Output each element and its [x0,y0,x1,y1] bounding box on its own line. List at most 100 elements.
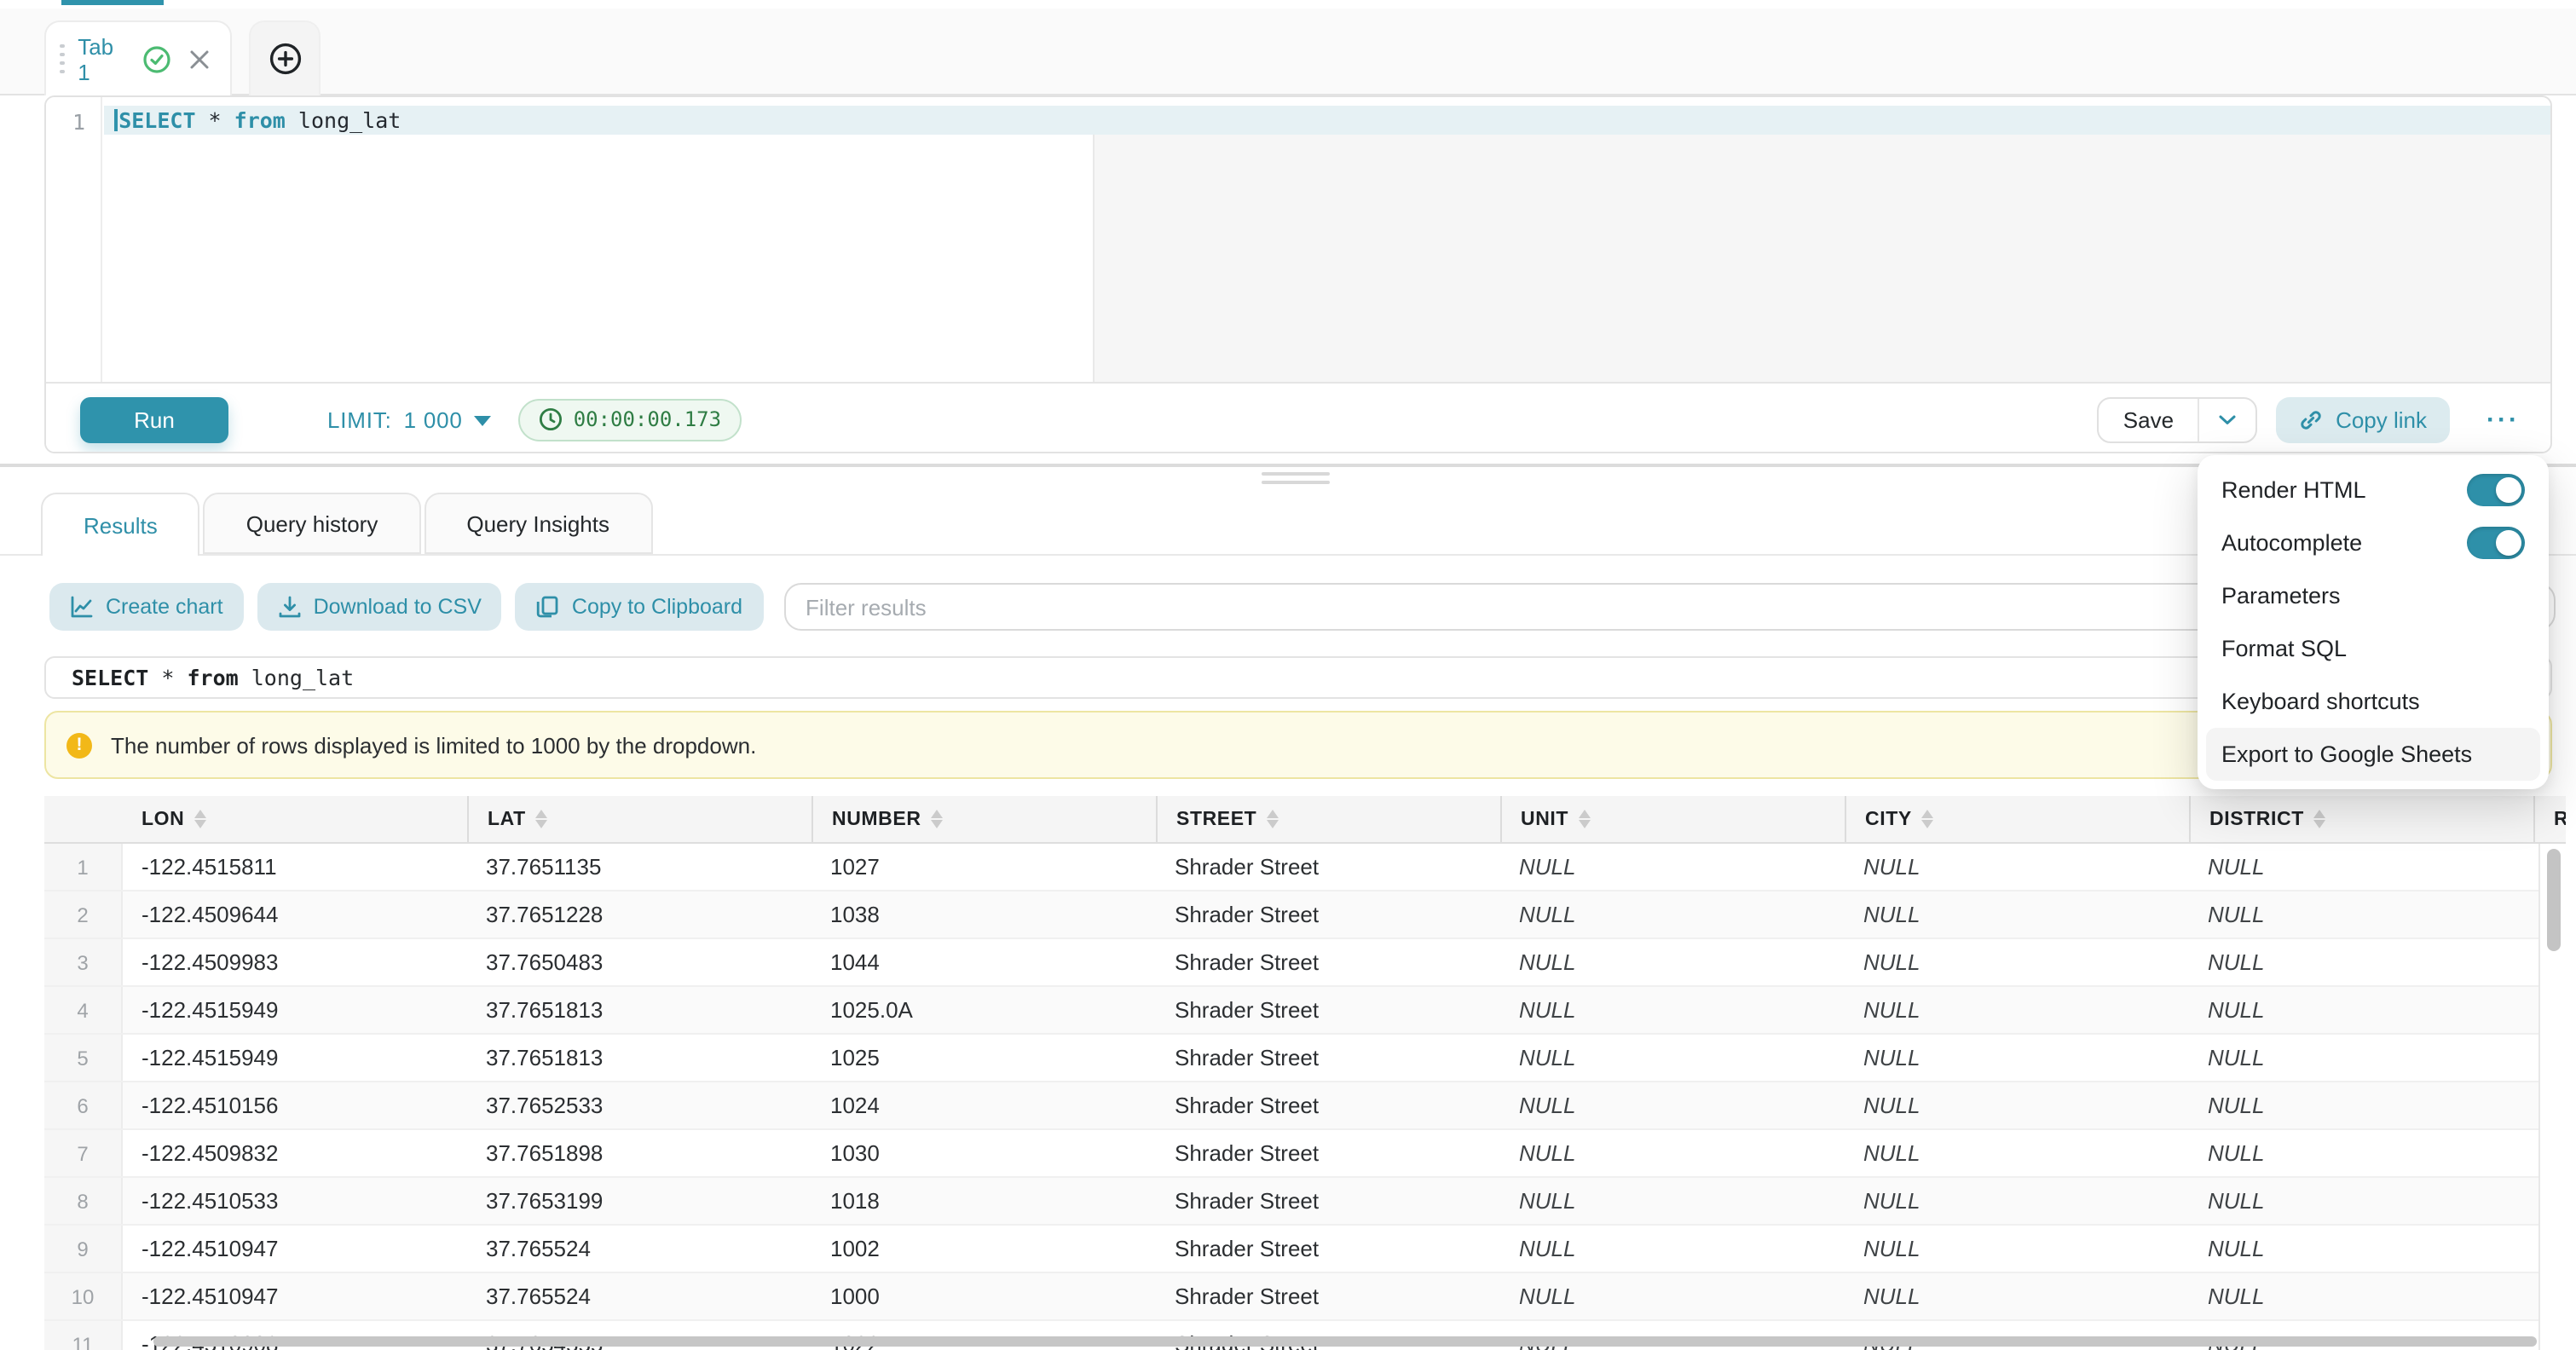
column-header-lon[interactable]: LON [123,796,467,842]
column-header-lat[interactable]: LAT [467,796,811,842]
copy-link-button[interactable]: Copy link [2276,396,2449,442]
create-chart-label: Create chart [106,595,223,619]
copy-to-clipboard-button[interactable]: Copy to Clipboard [516,583,763,631]
table-cell: -122.4515949 [123,1035,467,1081]
sort-icon[interactable] [194,810,206,829]
results-actions-row: Create chart Download to CSV Copy to Cli… [49,583,2556,631]
tab-query-history[interactable]: Query history [204,493,421,554]
column-header-label: LAT [488,809,526,829]
table-cell: Shrader Street [1156,891,1500,938]
column-header-district[interactable]: DISTRICT [2189,796,2533,842]
toggle-switch-on[interactable] [2467,527,2525,559]
copy-link-label: Copy link [2336,407,2427,432]
table-cell: NULL [1500,1273,1845,1319]
table-cell: NULL [2189,1226,2533,1272]
copy-to-clipboard-label: Copy to Clipboard [572,595,742,619]
more-options-button[interactable]: ··· [2486,405,2520,434]
run-button[interactable]: Run [80,396,228,442]
table-cell: NULL [1845,939,2189,985]
table-cell: 1000 [811,1273,1156,1319]
table-row[interactable]: 4-122.451594937.76518131025.0AShrader St… [44,987,2566,1035]
query-tab-1[interactable]: Tab 1 [44,20,232,95]
check-circle-icon [143,45,170,72]
panel-resize-handle[interactable] [1262,472,1330,484]
menu-item-keyboard-shortcuts[interactable]: Keyboard shortcuts [2206,675,2540,728]
tab-results[interactable]: Results [41,493,200,556]
table-cell: NULL [1500,1178,1845,1224]
menu-item-label: Keyboard shortcuts [2221,689,2420,714]
menu-item-format-sql[interactable]: Format SQL [2206,622,2540,675]
menu-item-export-to-google-sheets[interactable]: Export to Google Sheets [2206,728,2540,781]
sql-text: long_lat [286,107,401,133]
table-cell: 1018 [811,1178,1156,1224]
table-cell: -122.4509832 [123,1130,467,1176]
table-corner-cell [44,796,123,842]
row-limit-warning-banner: ! The number of rows displayed is limite… [44,711,2552,779]
create-chart-button[interactable]: Create chart [49,583,244,631]
row-number-cell: 5 [44,1035,123,1081]
column-header-label: NUMBER [832,809,921,829]
tab-query-insights[interactable]: Query Insights [424,493,652,554]
limit-dropdown[interactable]: LIMIT: 1 000 [327,407,492,432]
table-row[interactable]: 1-122.451581137.76511351027Shrader Stree… [44,844,2566,891]
editor-toolbar: Run LIMIT: 1 000 00:00:00.173 Save [46,382,2550,453]
table-row[interactable]: 3-122.450998337.76504831044Shrader Stree… [44,939,2566,987]
sort-icon[interactable] [1922,810,1934,829]
table-row[interactable]: 5-122.451594937.76518131025Shrader Stree… [44,1035,2566,1082]
sort-icon[interactable] [932,810,944,829]
top-accent-strip [61,0,164,5]
menu-item-render-html[interactable]: Render HTML [2206,464,2540,516]
sort-icon[interactable] [1579,810,1591,829]
save-split-button: Save [2098,396,2257,442]
more-options-menu: Render HTMLAutocompleteParametersFormat … [2198,455,2549,789]
code-area[interactable]: 1 SELECT * from long_lat [46,97,2550,382]
column-header-re[interactable]: RE [2533,796,2566,842]
save-options-button[interactable] [2199,398,2255,441]
close-tab-icon[interactable] [189,49,210,69]
table-row[interactable]: 8-122.451053337.76531991018Shrader Stree… [44,1178,2566,1226]
plus-circle-icon [269,43,301,75]
editor-active-line[interactable]: SELECT * from long_lat [104,106,2550,135]
sort-icon[interactable] [2314,810,2326,829]
table-row[interactable]: 2-122.450964437.76512281038Shrader Stree… [44,891,2566,939]
table-row[interactable]: 10-122.451094737.7655241000Shrader Stree… [44,1273,2566,1321]
table-cell: 1025 [811,1035,1156,1081]
results-tabstrip: ResultsQuery historyQuery Insights [41,493,656,556]
drag-handle-icon[interactable] [60,43,64,74]
column-header-street[interactable]: STREET [1156,796,1500,842]
sort-icon[interactable] [536,810,548,829]
vertical-scrollbar[interactable] [2546,849,2560,951]
save-button[interactable]: Save [2099,398,2199,441]
column-header-city[interactable]: CITY [1845,796,2189,842]
warning-text: The number of rows displayed is limited … [111,732,756,758]
table-cell: NULL [1500,1226,1845,1272]
column-header-number[interactable]: NUMBER [811,796,1156,842]
table-row[interactable]: 6-122.451015637.76525331024Shrader Stree… [44,1082,2566,1130]
table-cell: NULL [2189,1082,2533,1128]
add-tab-button[interactable] [249,20,321,95]
table-cell: 1025.0A [811,987,1156,1033]
column-header-label: UNIT [1521,809,1568,829]
column-header-unit[interactable]: UNIT [1500,796,1845,842]
table-cell: Shrader Street [1156,1226,1500,1272]
table-cell: NULL [1845,1035,2189,1081]
table-cell: 1030 [811,1130,1156,1176]
table-cell: Shrader Street [1156,1130,1500,1176]
horizontal-scrollbar[interactable] [153,1336,2537,1347]
table-cell: NULL [1500,987,1845,1033]
table-row[interactable]: 7-122.450983237.76518981030Shrader Stree… [44,1130,2566,1178]
row-number-cell: 8 [44,1178,123,1224]
table-cell: NULL [2189,1178,2533,1224]
sort-icon[interactable] [1267,810,1279,829]
toggle-switch-on[interactable] [2467,474,2525,506]
menu-item-parameters[interactable]: Parameters [2206,569,2540,622]
menu-item-autocomplete[interactable]: Autocomplete [2206,516,2540,569]
download-csv-button[interactable]: Download to CSV [257,583,502,631]
table-cell: NULL [1500,1082,1845,1128]
table-cell: NULL [1845,987,2189,1033]
table-row[interactable]: 9-122.451094737.7655241002Shrader Street… [44,1226,2566,1273]
table-cell: 37.765524 [467,1226,811,1272]
table-cell: NULL [2189,1035,2533,1081]
table-cell: NULL [1500,1035,1845,1081]
chevron-down-icon [2218,413,2237,425]
